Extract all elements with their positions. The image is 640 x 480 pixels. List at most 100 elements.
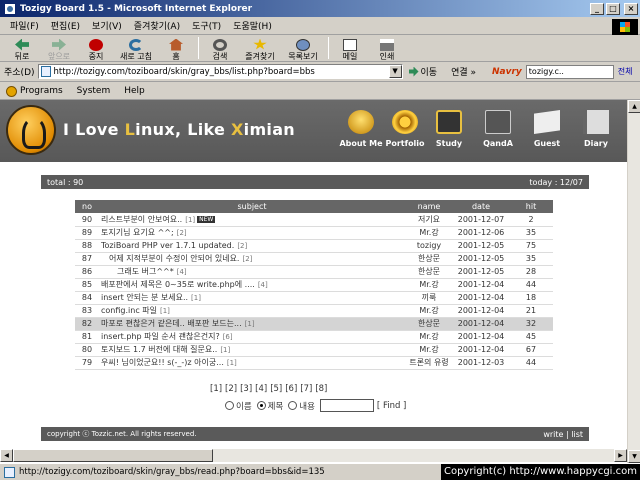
search-option-radio[interactable] <box>288 401 298 410</box>
menu-view[interactable]: 보기(V) <box>92 19 122 32</box>
search-button[interactable]: 검색 <box>202 36 238 61</box>
vertical-scrollbar[interactable]: ▲ ▼ <box>627 100 640 463</box>
page-link[interactable]: [2] <box>225 384 237 394</box>
page-link[interactable]: [1] <box>210 384 222 394</box>
table-row[interactable]: 83 config.inc 파일 [1] Mr.강 2001-12-04 21 <box>75 304 553 318</box>
nav-diary[interactable]: Diary <box>571 108 621 156</box>
list-link[interactable]: list <box>571 430 583 439</box>
link-programs[interactable]: Programs <box>20 86 63 96</box>
horizontal-scrollbar[interactable]: ◀ ▶ <box>0 449 627 462</box>
subject-link[interactable]: 배포판에서 제목은 0~35로 write.php에 .... <box>101 280 255 289</box>
col-date[interactable]: date <box>453 200 509 213</box>
row-name[interactable]: Mr.강 <box>405 304 453 318</box>
subject-link[interactable]: 마포로 편찮은거 같은데.. 배포판 보드는... <box>101 319 242 328</box>
row-name[interactable]: 트론의 유령 <box>405 356 453 370</box>
col-subject[interactable]: subject <box>99 200 405 213</box>
col-name[interactable]: name <box>405 200 453 213</box>
col-hit[interactable]: hit <box>509 200 553 213</box>
ximian-monkey-logo-icon[interactable] <box>6 105 56 155</box>
page-link[interactable]: [8] <box>315 384 327 394</box>
close-button[interactable]: × <box>624 2 638 15</box>
scroll-up-button[interactable]: ▲ <box>628 100 640 113</box>
write-link[interactable]: write <box>543 430 563 439</box>
find-button[interactable]: [ Find ] <box>377 401 406 411</box>
menu-favorites[interactable]: 즐겨찾기(A) <box>134 19 180 32</box>
row-name[interactable]: 한상문 <box>405 317 453 331</box>
minimize-button[interactable]: _ <box>590 2 604 15</box>
back-button[interactable]: 뒤로 <box>4 36 40 61</box>
row-name[interactable]: Mr.강 <box>405 226 453 240</box>
table-row[interactable]: 90 리스트부분이 안보여요.. [1] NEW 저기요 2001-12-07 2 <box>75 213 553 227</box>
subject-link[interactable]: insert.php 파일 순서 괜찮은건지? <box>101 332 220 341</box>
table-row[interactable]: 89 토지기님 요기요 ^^; [2] Mr.강 2001-12-06 35 <box>75 226 553 240</box>
subject-link[interactable]: 그래도 버그^^* <box>101 267 174 276</box>
menu-help[interactable]: 도움말(H) <box>233 19 272 32</box>
stop-button[interactable]: 중지 <box>78 36 114 61</box>
scroll-left-button[interactable]: ◀ <box>0 449 13 462</box>
print-button[interactable]: 인쇄 <box>369 36 405 61</box>
scroll-right-button[interactable]: ▶ <box>614 449 627 462</box>
row-name[interactable]: 한상문 <box>405 252 453 266</box>
subject-link[interactable]: 어제 지적부분이 수정이 안되어 있네요. <box>101 254 239 263</box>
scroll-thumb[interactable] <box>13 449 213 462</box>
forward-button[interactable]: 앞으로 <box>41 36 77 61</box>
search-option-radio[interactable] <box>256 401 266 410</box>
favorites-button[interactable]: 즐겨찾기 <box>239 36 281 61</box>
table-row[interactable]: 85 배포판에서 제목은 0~35로 write.php에 .... [4] Mr.강… <box>75 278 553 292</box>
nav-study[interactable]: Study <box>424 108 474 156</box>
scroll-down-button[interactable]: ▼ <box>628 450 640 463</box>
table-row[interactable]: 86 그래도 버그^^* [4] 한상문 2001-12-05 28 <box>75 265 553 279</box>
links-button[interactable]: 연결 » <box>451 65 476 78</box>
row-name[interactable]: 저기요 <box>405 213 453 227</box>
subject-link[interactable]: insert 안되는 분 보세요.. <box>101 293 188 302</box>
col-no[interactable]: no <box>75 200 99 213</box>
nav-qanda[interactable]: QandA <box>473 108 523 156</box>
table-row[interactable]: 79 우씨! 님이었군요!! s(-_-)z 아이궁... [1] 트론의 유령 200… <box>75 356 553 370</box>
nav-about-me[interactable]: About Me <box>336 108 386 156</box>
subject-link[interactable]: 리스트부분이 안보여요.. <box>101 215 182 224</box>
row-name[interactable]: 한상문 <box>405 265 453 279</box>
nav-guest[interactable]: Guest <box>522 108 572 156</box>
go-button[interactable]: 이동 <box>408 65 437 78</box>
table-row[interactable]: 82 마포로 편찮은거 같은데.. 배포판 보드는... [1] 한상문 2001-12… <box>75 317 553 331</box>
naver-all-button[interactable]: 전체 <box>618 66 633 77</box>
search-option-radio[interactable] <box>225 401 234 410</box>
subject-link[interactable]: 토지기님 요기요 ^^; <box>101 228 174 237</box>
menu-edit[interactable]: 편집(E) <box>51 19 80 32</box>
nav-portfolio[interactable]: Portfolio <box>380 108 430 156</box>
title-bar: Tozigy Board 1.5 - Microsoft Internet Ex… <box>0 0 640 17</box>
naver-toolbar-logo[interactable]: Navry <box>492 67 522 77</box>
page-link[interactable]: [6] <box>285 384 297 394</box>
address-dropdown-button[interactable]: ▼ <box>388 65 402 78</box>
refresh-button[interactable]: 새로 고침 <box>115 36 157 61</box>
page-link[interactable]: [7] <box>300 384 312 394</box>
table-row[interactable]: 81 insert.php 파일 순서 괜찮은건지? [6] Mr.강 2001-12-… <box>75 330 553 344</box>
menu-tools[interactable]: 도구(T) <box>192 19 221 32</box>
link-system[interactable]: System <box>77 86 111 96</box>
row-name[interactable]: Mr.강 <box>405 330 453 344</box>
menu-file[interactable]: 파일(F) <box>10 19 39 32</box>
row-name[interactable]: Mr.강 <box>405 343 453 357</box>
home-button[interactable]: 홈 <box>158 36 194 61</box>
address-input[interactable]: http://tozigy.com/toziboard/skin/gray_bb… <box>37 64 403 79</box>
table-row[interactable]: 88 ToziBoard PHP ver 1.7.1 updated. [2] toz… <box>75 239 553 253</box>
table-row[interactable]: 87 어제 지적부분이 수정이 안되어 있네요. [2] 한상문 2001-12-05 3… <box>75 252 553 266</box>
row-name[interactable]: 끼룩 <box>405 291 453 305</box>
subject-link[interactable]: ToziBoard PHP ver 1.7.1 updated. <box>101 241 234 250</box>
table-row[interactable]: 84 insert 안되는 분 보세요.. [1] 끼룩 2001-12-04 18 <box>75 291 553 305</box>
row-name[interactable]: Mr.강 <box>405 278 453 292</box>
subject-link[interactable]: 우씨! 님이었군요!! s(-_-)z 아이궁... <box>101 358 224 367</box>
subject-link[interactable]: config.inc 파일 <box>101 306 157 315</box>
row-name[interactable]: tozigy <box>405 239 453 253</box>
naver-search-input[interactable]: tozigy.c.. <box>525 64 614 79</box>
page-link[interactable]: [5] <box>270 384 282 394</box>
history-button[interactable]: 목록보기 <box>282 36 324 61</box>
subject-link[interactable]: 토지보드 1.7 버전에 대해 질문요.. <box>101 345 217 354</box>
table-row[interactable]: 80 토지보드 1.7 버전에 대해 질문요.. [1] Mr.강 2001-12-04… <box>75 343 553 357</box>
page-link[interactable]: [3] <box>240 384 252 394</box>
page-link[interactable]: [4] <box>255 384 267 394</box>
search-input[interactable] <box>319 399 374 412</box>
maximize-button[interactable]: □ <box>606 2 620 15</box>
link-help[interactable]: Help <box>124 86 145 96</box>
mail-button[interactable]: 메일 <box>332 36 368 61</box>
